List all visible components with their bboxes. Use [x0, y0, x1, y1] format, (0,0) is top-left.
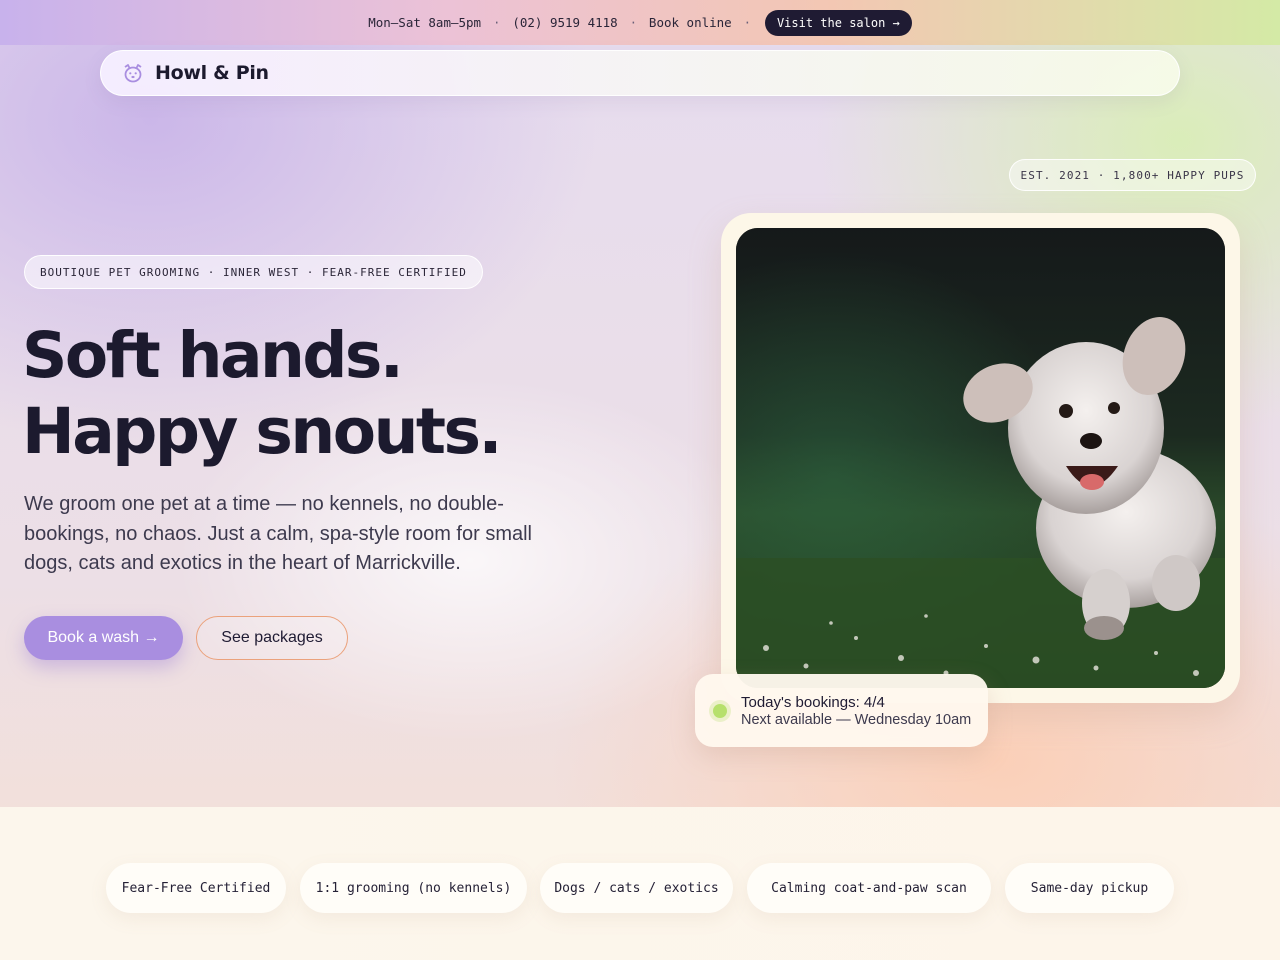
site-header: Howl & Pin — [100, 50, 1180, 96]
hero-photo-frame — [721, 213, 1240, 703]
headline-line-1: Soft hands. — [22, 319, 404, 392]
hero-dog-photo — [736, 228, 1225, 688]
feature-chip: Same-day pickup — [1005, 863, 1174, 913]
visit-salon-button[interactable]: Visit the salon → — [764, 9, 912, 36]
see-packages-button[interactable]: See packages — [196, 616, 348, 660]
next-available-text: Next available — Wednesday 10am — [741, 711, 972, 728]
booking-status-card: Today's bookings: 4/4 Next available — W… — [695, 674, 988, 747]
separator-dot: · — [743, 15, 751, 30]
brand-logo-text[interactable]: Howl & Pin — [155, 62, 269, 84]
headline-line-2: Happy snouts. — [22, 395, 502, 468]
phone-link[interactable]: (02) 9519 4118 — [512, 15, 617, 30]
opening-hours: Mon–Sat 8am–5pm — [368, 15, 482, 30]
separator-dot: · — [629, 15, 637, 30]
bookings-count-text: Today's bookings: 4/4 — [741, 693, 885, 711]
feature-chip: Fear-Free Certified — [106, 863, 286, 913]
feature-chip: Calming coat-and-paw scan — [747, 863, 991, 913]
hero-eyebrow-badge: BOUTIQUE PET GROOMING · INNER WEST · FEA… — [24, 255, 483, 289]
hero-headline: Soft hands. Happy snouts. — [22, 318, 662, 470]
book-wash-button[interactable]: Book a wash → — [24, 616, 183, 660]
separator-dot: · — [493, 15, 501, 30]
top-info-bar: Mon–Sat 8am–5pm · (02) 9519 4118 · Book … — [0, 0, 1280, 45]
features-strip: Fear-Free Certified 1:1 grooming (no ken… — [0, 807, 1280, 960]
feature-chip: 1:1 grooming (no kennels) — [300, 863, 527, 913]
status-indicator-dot — [713, 703, 727, 718]
book-online-link[interactable]: Book online — [649, 15, 732, 30]
dog-face-icon — [121, 61, 145, 85]
feature-chip: Dogs / cats / exotics — [540, 863, 733, 913]
status-text-group: Today's bookings: 4/4 Next available — W… — [741, 694, 971, 728]
hero-description: We groom one pet at a time — no kennels,… — [24, 493, 532, 574]
dog-illustration — [736, 228, 1225, 688]
established-badge: EST. 2021 · 1,800+ HAPPY PUPS — [1009, 159, 1256, 191]
